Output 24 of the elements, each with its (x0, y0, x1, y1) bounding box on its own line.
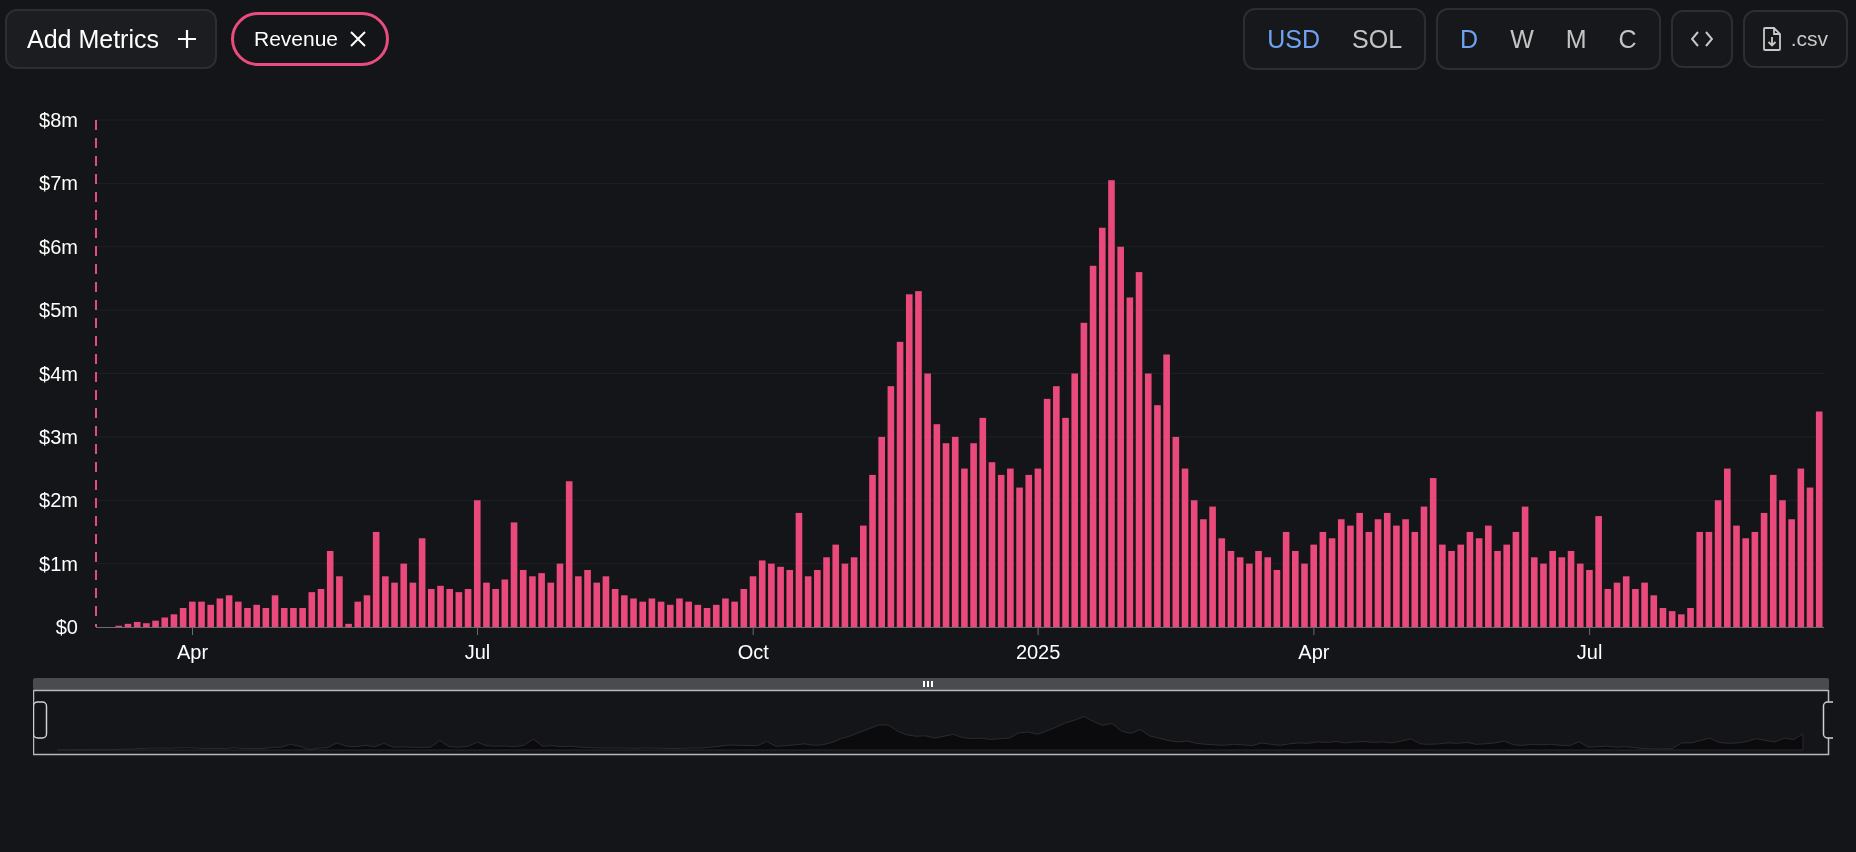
axis-label: $5m (39, 299, 78, 322)
axis-label: $8m (39, 109, 78, 131)
add-metrics-button[interactable]: Add Metrics (5, 9, 217, 69)
axis-label: $3m (39, 425, 78, 448)
toggle-option[interactable]: W (1496, 18, 1548, 60)
axis-label: Jul (1576, 641, 1603, 663)
axis-label: Jul (464, 641, 491, 663)
axis-label: 2025 (1015, 641, 1061, 663)
axis-label: $7m (39, 172, 78, 195)
toggle-option[interactable]: USD (1253, 18, 1335, 60)
toggle-option[interactable]: SOL (1338, 18, 1417, 60)
toggle-option[interactable]: C (1604, 18, 1651, 60)
csv-download-button[interactable]: .csv (1742, 10, 1848, 68)
toggle-option[interactable]: D (1446, 18, 1493, 60)
axis-label: $1m (39, 552, 78, 575)
axis-label: $2m (39, 489, 78, 512)
axis-label: Apr (1298, 641, 1330, 663)
axis-label: Oct (737, 641, 769, 663)
toggle-option[interactable]: M (1551, 18, 1601, 60)
axis-label: Apr (176, 641, 209, 663)
axis-label: $4m (39, 362, 78, 385)
axis-label: $0 (55, 616, 78, 638)
metric-chip[interactable]: Revenue (231, 12, 390, 66)
axis-label: $6m (39, 235, 78, 258)
